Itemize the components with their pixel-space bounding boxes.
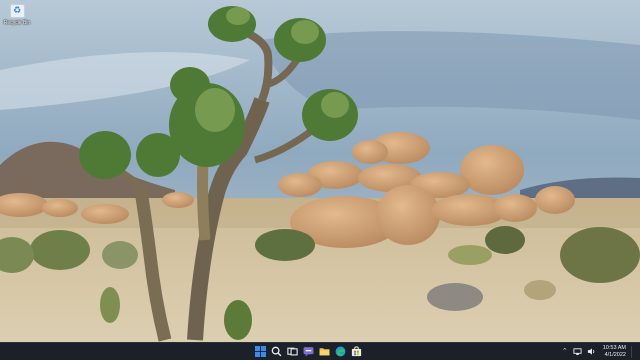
network-icon[interactable] — [573, 347, 582, 356]
desktop-wallpaper — [0, 0, 640, 342]
windows-start-icon — [255, 346, 266, 357]
store-button[interactable] — [351, 346, 362, 357]
store-icon — [351, 346, 362, 357]
taskbar-pinned-apps — [255, 346, 362, 357]
file-explorer-button[interactable] — [319, 346, 330, 357]
search-button[interactable] — [271, 346, 282, 357]
recycle-bin-icon: ♻ — [9, 4, 25, 18]
start-button[interactable] — [255, 346, 266, 357]
clock-date: 4/1/2022 — [604, 351, 626, 358]
desktop[interactable]: ♻ Recycle Bin — [0, 0, 640, 342]
recycle-bin-label: Recycle Bin — [3, 20, 31, 26]
volume-icon[interactable] — [587, 347, 596, 356]
chat-button[interactable] — [303, 346, 314, 357]
show-desktop-button[interactable] — [631, 345, 636, 358]
edge-browser-icon — [335, 346, 346, 357]
chevron-up-icon[interactable]: ⌃ — [562, 348, 568, 355]
chat-icon — [303, 347, 314, 357]
task-view-button[interactable] — [287, 346, 298, 357]
recycle-bin-shortcut[interactable]: ♻ Recycle Bin — [2, 4, 32, 32]
edge-browser-button[interactable] — [335, 346, 346, 357]
clock[interactable]: 10:53 AM 4/1/2022 — [603, 345, 626, 358]
taskbar: ⌃ 10:53 AM 4/1/2022 — [0, 342, 640, 360]
folder-icon — [319, 348, 330, 356]
search-icon — [271, 346, 282, 357]
system-tray: ⌃ 10:53 AM 4/1/2022 — [562, 343, 636, 360]
task-view-icon — [287, 347, 298, 356]
